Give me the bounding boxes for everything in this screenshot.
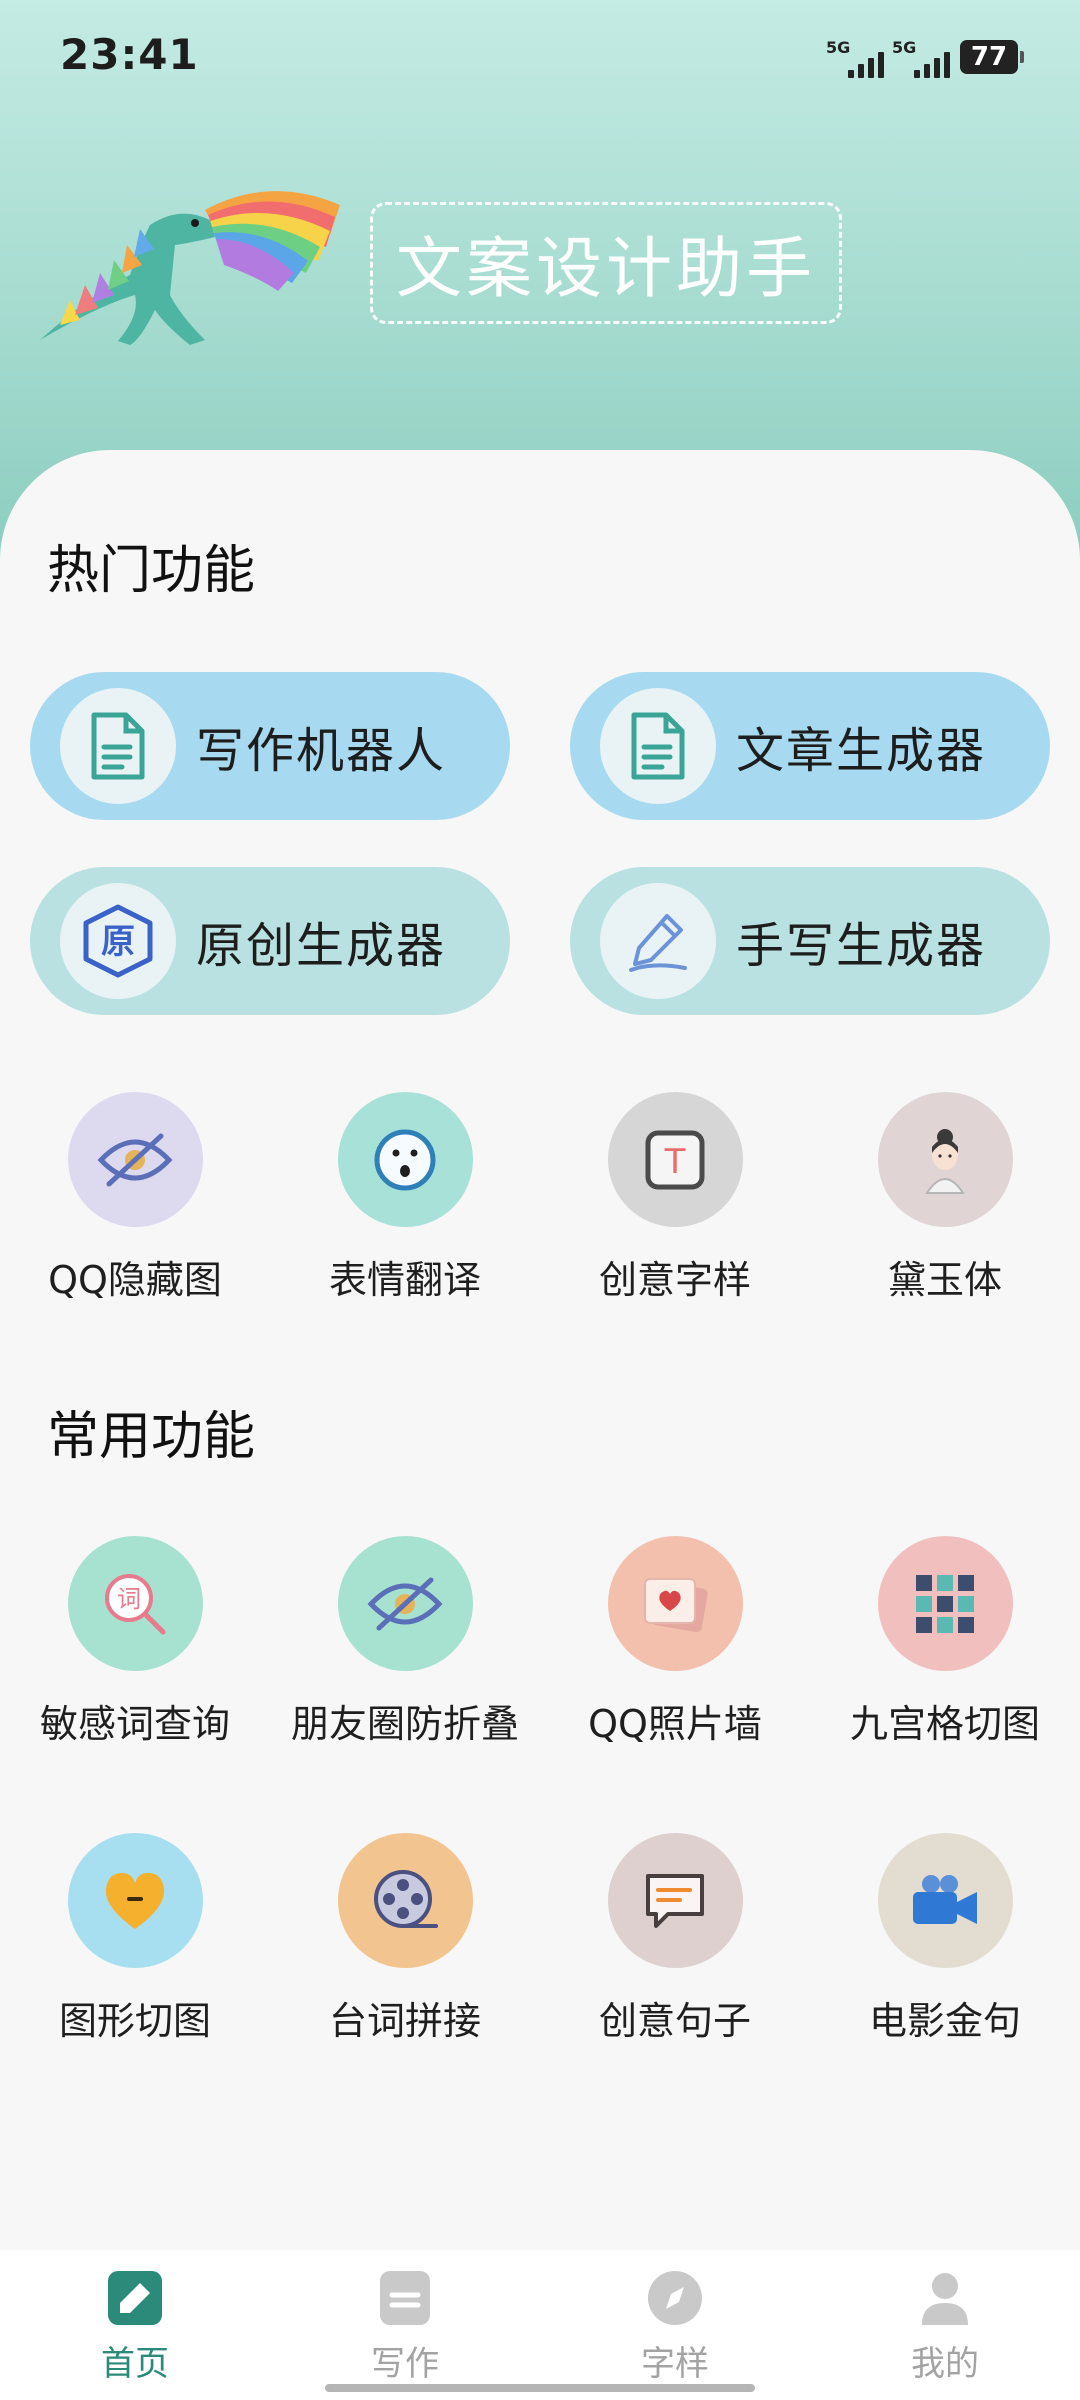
tab-font-style[interactable]: 字样 — [540, 2268, 810, 2385]
heart-shape-icon — [67, 1833, 203, 1968]
signal-2-icon: 5G — [892, 38, 950, 78]
nine-grid-icon — [877, 1536, 1013, 1671]
shape-cut-button[interactable]: 图形切图 — [0, 1833, 270, 2063]
tab-profile[interactable]: 我的 — [810, 2268, 1080, 2385]
status-bar: 23:41 5G 5G 77 — [0, 0, 1080, 120]
hidden-eye-icon — [337, 1536, 473, 1671]
item-label: 创意句子 — [598, 1999, 751, 2043]
text-box-glyph: T — [664, 1142, 686, 1182]
bottom-tab-bar: 首页 写作 字样 我的 — [0, 2250, 1080, 2400]
article-generator-button[interactable]: 文章生成器 — [570, 672, 1050, 820]
chat-bubble-icon — [607, 1833, 743, 1968]
app-title-frame: 文案设计助手 — [370, 202, 842, 324]
movie-quote-button[interactable]: 电影金句 — [810, 1833, 1080, 2063]
write-icon — [375, 2268, 435, 2328]
tab-label: 我的 — [911, 2344, 979, 2384]
pill-label: 原创生成器 — [196, 918, 447, 974]
battery-icon: 77 — [960, 40, 1024, 74]
item-label: 敏感词查询 — [39, 1702, 230, 1746]
item-label: 电影金句 — [868, 1999, 1021, 2043]
original-generator-button[interactable]: 原 原创生成器 — [30, 867, 510, 1015]
tab-label: 首页 — [101, 2344, 169, 2384]
qq-photo-wall-button[interactable]: QQ照片墙 — [540, 1536, 810, 1766]
emoji-face-icon — [337, 1092, 473, 1227]
profile-icon — [915, 2268, 975, 2328]
film-reel-icon — [337, 1833, 473, 1968]
signal-1-icon: 5G — [826, 38, 884, 78]
handwriting-generator-button[interactable]: 手写生成器 — [570, 867, 1050, 1015]
hot-section-title: 热门功能 — [47, 541, 256, 601]
status-time: 23:41 — [60, 30, 199, 79]
video-camera-icon — [877, 1833, 1013, 1968]
nine-grid-cut-button[interactable]: 九宫格切图 — [810, 1536, 1080, 1766]
lady-portrait-icon — [877, 1092, 1013, 1227]
creative-text-button[interactable]: T 创意字样 — [540, 1092, 810, 1322]
network-type-label: 5G — [892, 38, 917, 57]
sensitive-word-search-button[interactable]: 词 敏感词查询 — [0, 1536, 270, 1766]
tab-write[interactable]: 写作 — [270, 2268, 540, 2385]
moments-anti-fold-button[interactable]: 朋友圈防折叠 — [270, 1536, 540, 1766]
daiyu-font-button[interactable]: 黛玉体 — [810, 1092, 1080, 1322]
tab-label: 写作 — [371, 2344, 439, 2384]
item-label: QQ隐藏图 — [48, 1258, 222, 1302]
item-label: 图形切图 — [58, 1999, 211, 2043]
home-edit-icon — [105, 2268, 165, 2328]
item-label: 创意字样 — [598, 1258, 751, 1302]
item-label: 表情翻译 — [328, 1258, 481, 1302]
badge-glyph: 原 — [101, 922, 135, 962]
writing-robot-button[interactable]: 写作机器人 — [30, 672, 510, 820]
qq-hidden-image-button[interactable]: QQ隐藏图 — [0, 1092, 270, 1322]
dinosaur-rainbow-icon — [40, 191, 340, 345]
pill-label: 文章生成器 — [736, 723, 987, 779]
hidden-eye-icon — [67, 1092, 203, 1227]
tab-home[interactable]: 首页 — [0, 2268, 270, 2385]
compass-icon — [645, 2268, 705, 2328]
pen-icon — [600, 883, 716, 999]
app-title: 文案设计助手 — [396, 230, 816, 307]
item-label: 九宫格切图 — [849, 1702, 1040, 1746]
creative-sentence-button[interactable]: 创意句子 — [540, 1833, 810, 2063]
network-type-label: 5G — [826, 38, 851, 57]
document-icon — [60, 688, 176, 804]
word-search-glyph: 词 — [117, 1585, 141, 1613]
pill-label: 手写生成器 — [736, 918, 987, 974]
tab-label: 字样 — [641, 2344, 709, 2384]
home-indicator[interactable] — [325, 2384, 755, 2392]
emoji-translate-button[interactable]: 表情翻译 — [270, 1092, 540, 1322]
item-label: 朋友圈防折叠 — [290, 1702, 519, 1746]
item-label: 台词拼接 — [328, 1999, 481, 2043]
item-label: QQ照片墙 — [588, 1702, 762, 1746]
item-label: 黛玉体 — [887, 1258, 1002, 1302]
line-splice-button[interactable]: 台词拼接 — [270, 1833, 540, 2063]
pill-label: 写作机器人 — [196, 723, 447, 779]
text-box-icon: T — [607, 1092, 743, 1227]
document-icon — [600, 688, 716, 804]
original-badge-icon: 原 — [60, 883, 176, 999]
photo-wall-icon — [607, 1536, 743, 1671]
word-search-icon: 词 — [67, 1536, 203, 1671]
common-section-title: 常用功能 — [47, 1407, 256, 1467]
